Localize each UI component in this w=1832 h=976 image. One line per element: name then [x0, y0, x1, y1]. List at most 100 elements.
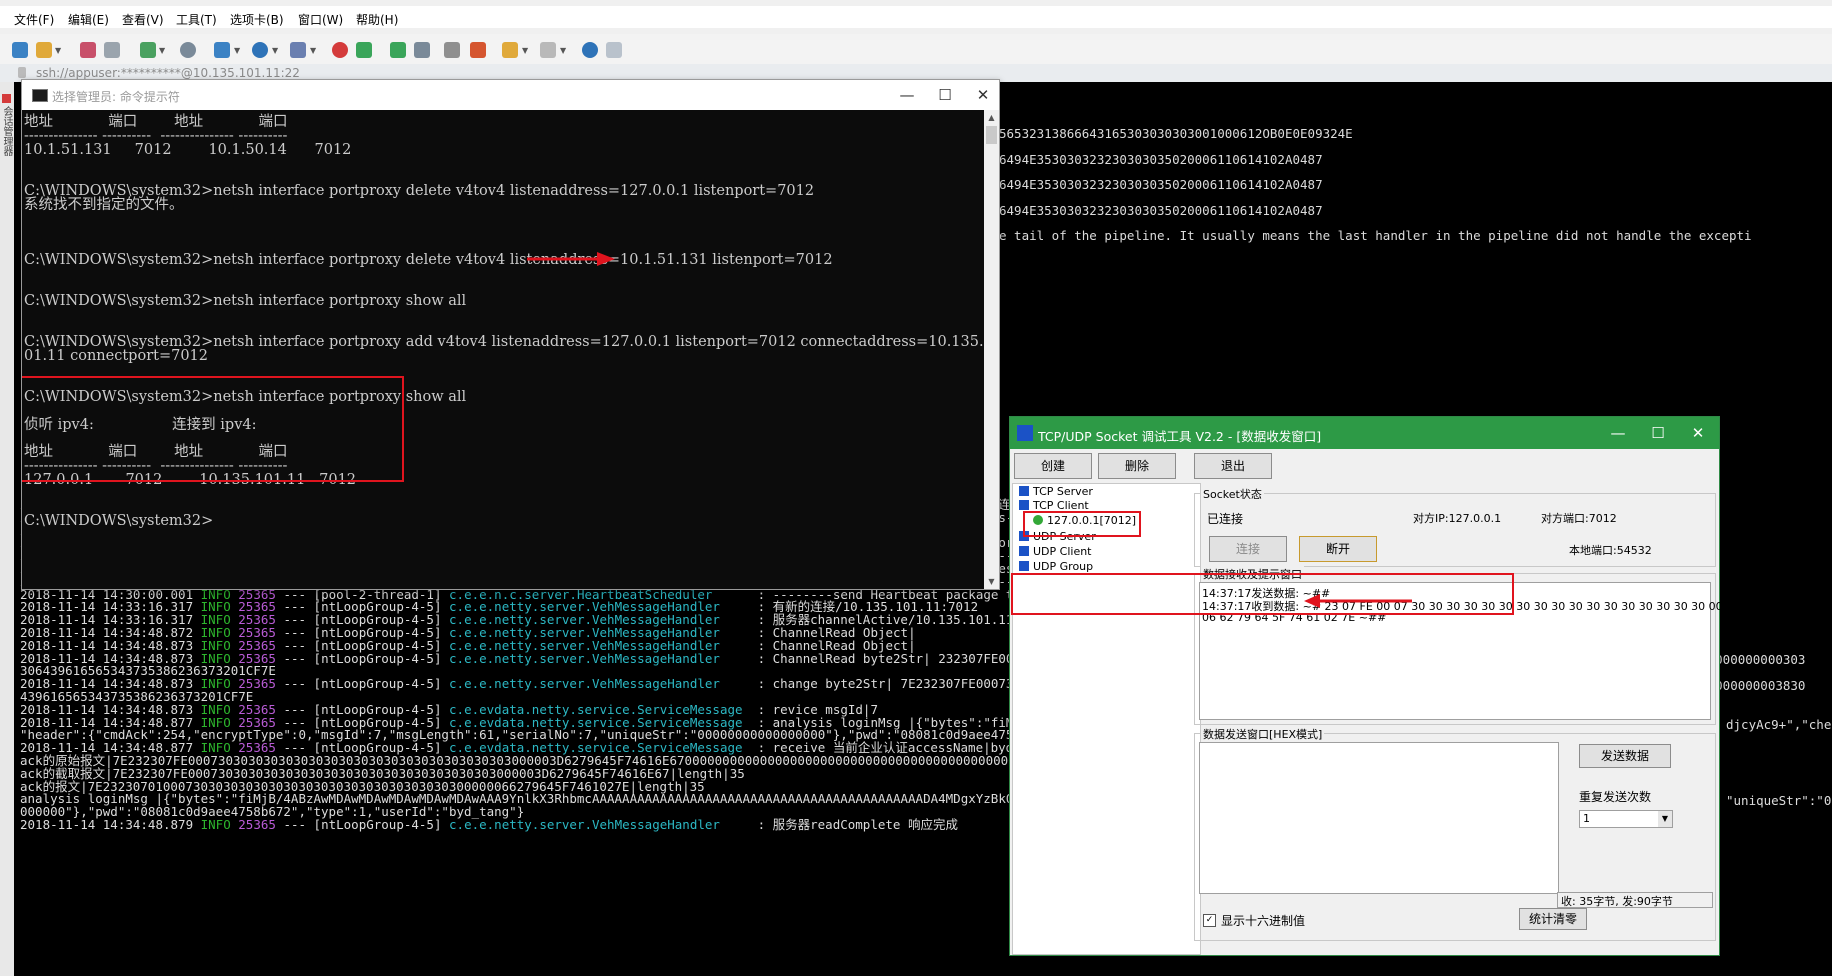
- tree-udp-client[interactable]: UDP Client: [1019, 545, 1092, 558]
- log-class: c.e.e.netty.server.VehMessageHandler: [449, 676, 751, 692]
- create-button[interactable]: 创建: [1014, 453, 1092, 479]
- record-icon[interactable]: [332, 42, 348, 58]
- connect-button[interactable]: 连接: [1209, 536, 1287, 562]
- cmd-window: 选择管理员: 命令提示符 — ☐ ✕ 地址 端口 地址 端口 ----------…: [21, 79, 1000, 590]
- delete-button[interactable]: 删除: [1098, 453, 1176, 479]
- chevron-down-icon[interactable]: ▼: [55, 46, 61, 55]
- log-class: c.e.e.netty.server.VehMessageHandler: [449, 817, 751, 832]
- chevron-down-icon[interactable]: ▼: [560, 46, 566, 55]
- log-thread: --- [ntLoopGroup-4-5]: [283, 817, 442, 832]
- local-port: 本地端口:54532: [1569, 544, 1652, 557]
- open-folder-icon[interactable]: [36, 42, 52, 58]
- session-icon: [2, 94, 11, 103]
- address-text[interactable]: ssh://appuser:**********@10.135.101.11:2…: [36, 66, 300, 80]
- font-icon[interactable]: [290, 42, 306, 58]
- keyboard-icon[interactable]: [444, 42, 460, 58]
- connection-tree[interactable]: TCP Server TCP Client 127.0.0.1[7012] UD…: [1012, 483, 1201, 955]
- cmd-scrollbar[interactable]: ▲ ▼: [984, 110, 999, 589]
- tool-title-bar[interactable]: TCP/UDP Socket 调试工具 V2.2 - [数据收发窗口] — ☐ …: [1010, 417, 1719, 449]
- menu-view[interactable]: 查看(V): [122, 11, 164, 28]
- highlight-box: [1011, 573, 1514, 615]
- pen-icon[interactable]: [470, 42, 486, 58]
- tree-label: UDP Group: [1033, 560, 1094, 573]
- maximize-icon[interactable]: ☐: [930, 84, 960, 106]
- reconnect-icon[interactable]: [140, 42, 156, 58]
- search-icon[interactable]: [180, 42, 196, 58]
- scroll-thumb[interactable]: [986, 126, 997, 144]
- minimize-icon[interactable]: —: [892, 84, 922, 106]
- fullscreen-icon[interactable]: [390, 42, 406, 58]
- globe-icon[interactable]: [252, 42, 268, 58]
- cmd-line: C:\WINDOWS\system32>: [24, 512, 214, 529]
- chevron-down-icon[interactable]: ▼: [272, 46, 278, 55]
- highlight-box: [22, 376, 404, 482]
- chevron-down-icon[interactable]: ▼: [1658, 811, 1672, 827]
- node-icon: [1019, 500, 1029, 510]
- log-thread: --- [ntLoopGroup-4-5]: [283, 676, 442, 692]
- close-icon[interactable]: ✕: [968, 84, 998, 106]
- session-manager-tab[interactable]: 会话管理器: [0, 82, 15, 976]
- chevron-down-icon[interactable]: ▼: [159, 46, 165, 55]
- scroll-down-icon[interactable]: ▼: [984, 574, 999, 589]
- maximize-icon[interactable]: ☐: [1640, 422, 1676, 444]
- cmd-console[interactable]: 地址 端口 地址 端口 --------------- ---------- --…: [22, 110, 984, 589]
- menu-window[interactable]: 窗口(W): [298, 11, 343, 28]
- peer-port: 对方端口:7012: [1541, 512, 1617, 525]
- clear-stats-button[interactable]: 统计清零: [1519, 908, 1587, 930]
- stats-box: 收: 35字节, 发:90字节: [1557, 892, 1713, 908]
- menu-file[interactable]: 文件(F): [14, 11, 54, 28]
- tree-udp-group[interactable]: UDP Group: [1019, 560, 1093, 573]
- lock-icon: [18, 67, 26, 78]
- cmd-title: 选择管理员: 命令提示符: [52, 90, 180, 104]
- folder-icon[interactable]: [502, 42, 518, 58]
- cmd-line: 系统找不到指定的文件。: [24, 196, 184, 213]
- tree-tcp-server[interactable]: TCP Server: [1019, 485, 1093, 498]
- red-arrow-annotation: [527, 252, 615, 266]
- exit-button[interactable]: 退出: [1194, 453, 1272, 479]
- send-group: 数据发送窗口[HEX模式] 发送数据 重复发送次数 1 ▼ 收: 35字节, 发…: [1194, 726, 1716, 941]
- disconnect-icon[interactable]: [104, 42, 120, 58]
- lock-icon[interactable]: [414, 42, 430, 58]
- terminal-right-fragment: "uniqueStr":"000: [1726, 793, 1832, 808]
- chat-icon[interactable]: [606, 42, 622, 58]
- terminal-right-fragment: djcyAc9+","checkS: [1726, 717, 1832, 732]
- stats-text: 收: 35字节, 发:90字节: [1561, 895, 1673, 908]
- log-pid: 25365: [238, 817, 276, 832]
- chevron-down-icon[interactable]: ▼: [522, 46, 528, 55]
- tree-label: TCP Server: [1033, 485, 1093, 498]
- close-icon[interactable]: ✕: [1680, 422, 1716, 444]
- menu-edit[interactable]: 编辑(E): [68, 11, 109, 28]
- tree-label: UDP Client: [1033, 545, 1092, 558]
- disconnect-button[interactable]: 断开: [1299, 536, 1377, 562]
- connect-icon[interactable]: [80, 42, 96, 58]
- cmd-line: 10.1.51.131 7012 10.1.50.14 7012: [24, 141, 352, 158]
- cmd-title-bar[interactable]: 选择管理员: 命令提示符 — ☐ ✕: [22, 80, 999, 110]
- cmd-line: C:\WINDOWS\system32>netsh interface port…: [24, 292, 467, 309]
- chevron-down-icon[interactable]: ▼: [310, 46, 316, 55]
- chevron-down-icon[interactable]: ▼: [234, 46, 240, 55]
- menu-help[interactable]: 帮助(H): [356, 11, 398, 28]
- scroll-up-icon[interactable]: ▲: [984, 110, 999, 125]
- layout-icon[interactable]: [214, 42, 230, 58]
- send-textbox[interactable]: [1199, 742, 1559, 894]
- log-timestamp: 2018-11-14 14:34:48.879: [20, 817, 194, 832]
- menu-tools[interactable]: 工具(T): [176, 11, 217, 28]
- hex-checkbox[interactable]: ✓: [1203, 914, 1216, 927]
- log-message: : 服务器readComplete 响应完成: [750, 817, 958, 832]
- help-icon[interactable]: [582, 42, 598, 58]
- repeat-label: 重复发送次数: [1579, 790, 1652, 804]
- menu-bar: 文件(F) 编辑(E) 查看(V) 工具(T) 选项卡(B) 窗口(W) 帮助(…: [0, 6, 1832, 28]
- new-session-icon[interactable]: [12, 42, 28, 58]
- hex-checkbox-label: 显示十六进制值: [1221, 914, 1306, 928]
- app-icon: [1017, 425, 1033, 441]
- highlight-box: [1023, 511, 1141, 537]
- log-message: : change byte2Str| 7E232307FE0007303030: [750, 676, 1052, 692]
- send-button[interactable]: 发送数据: [1579, 744, 1671, 768]
- socket-tool-window: TCP/UDP Socket 调试工具 V2.2 - [数据收发窗口] — ☐ …: [1009, 416, 1740, 956]
- session-manager-label[interactable]: 会话管理器: [0, 106, 14, 156]
- minimize-icon[interactable]: —: [1600, 422, 1636, 444]
- repeat-select[interactable]: 1 ▼: [1579, 810, 1673, 828]
- grid-icon[interactable]: [540, 42, 556, 58]
- transfer-icon[interactable]: [356, 42, 372, 58]
- menu-tabs[interactable]: 选项卡(B): [230, 11, 284, 28]
